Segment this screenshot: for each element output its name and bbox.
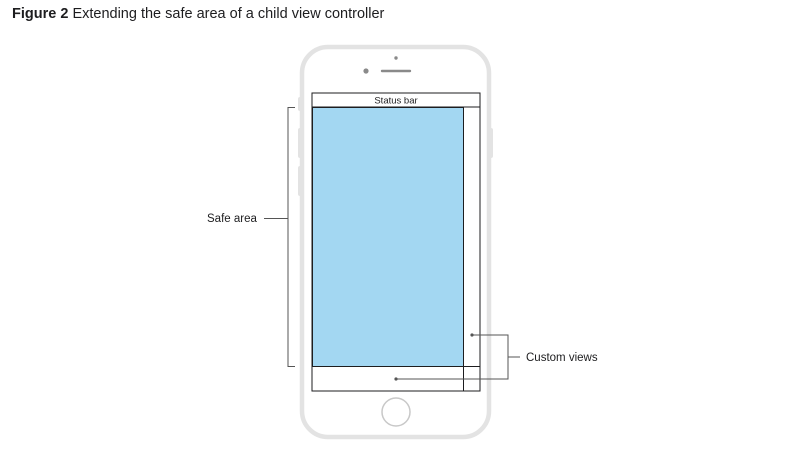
volume-up-button [298,128,302,158]
volume-down-button [298,166,302,196]
power-button [489,128,493,158]
safe-area-region [312,107,464,367]
custom-views-label: Custom views [526,352,598,364]
front-camera [363,68,369,74]
home-button [381,397,411,427]
status-bar-label: Status bar [374,96,417,107]
safe-area-diagram: Status bar Safe area Custom views [207,44,598,440]
safe-area-label: Safe area [207,213,257,225]
safe-area-bracket [287,107,295,367]
mute-switch [298,97,302,111]
proximity-sensor [394,56,398,60]
